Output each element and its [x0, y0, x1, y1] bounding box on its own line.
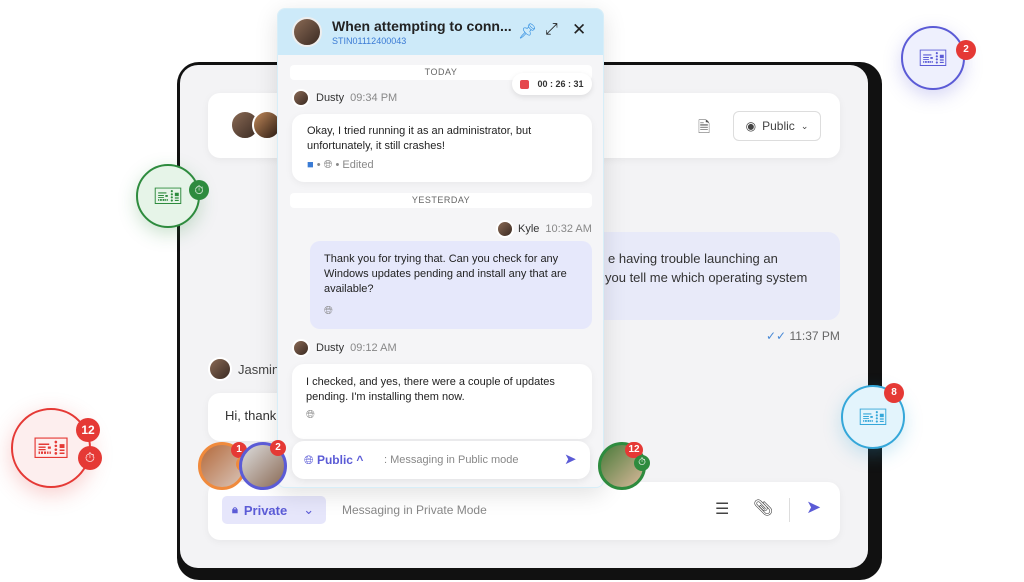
channel-icon: ■ [307, 159, 314, 171]
eye-icon: ◉ [745, 119, 757, 133]
message-time: ✓✓ 11:37 PM [766, 329, 840, 343]
close-icon[interactable]: ✕ [572, 20, 586, 40]
expand-icon[interactable]: ⤢ [545, 21, 558, 39]
message-text: Thank you for trying that. Can you check… [324, 253, 559, 265]
chevron-down-icon: ⌄ [303, 502, 315, 517]
ticket-icon[interactable]: 🎫︎ [11, 408, 91, 488]
ticket-id[interactable]: STIN01112400043 [332, 36, 406, 46]
ticket-chat-popup: When attempting to conn... STIN011124000… [277, 8, 604, 488]
message-text: you tell me which operating system [605, 270, 808, 285]
message-text: I checked, and yes, there were a couple … [306, 376, 555, 388]
double-check-icon: ✓✓ [766, 329, 787, 343]
unread-badge: 2 [270, 440, 286, 456]
message-text: e having trouble launching an [608, 251, 778, 266]
mode-label: Private [243, 502, 288, 518]
globe-icon: 🌐︎ [324, 305, 333, 317]
avatar [292, 89, 310, 107]
private-mode-dropdown[interactable]: 🔒︎ Private ⌄ [222, 496, 326, 524]
timer-icon: ⏱︎ [634, 455, 650, 471]
avatar [496, 220, 514, 238]
attachment-icon[interactable]: 📎︎ [753, 498, 773, 518]
unread-badge: 2 [956, 40, 976, 60]
globe-icon: 🌐︎ [304, 453, 314, 467]
unread-badge: 8 [884, 383, 904, 403]
message-meta: Dusty 09:12 AM [316, 342, 397, 354]
message-input[interactable]: Messaging in Private Mode [342, 503, 487, 517]
document-icon[interactable]: 🗎 [698, 117, 710, 142]
timer-icon: ⏱︎ [78, 446, 102, 470]
send-icon[interactable]: ➤ [806, 497, 821, 518]
main-composer: 🔒︎ Private ⌄ Messaging in Private Mode ☰… [208, 482, 840, 540]
notes-icon[interactable]: ☰ [715, 499, 729, 519]
message-status: ■ • 🌐︎ • Edited [307, 159, 374, 171]
globe-icon: 🌐︎ [306, 409, 315, 421]
timer[interactable]: 00 : 26 : 31 [512, 73, 592, 95]
message-input[interactable]: : Messaging in Public mode [384, 454, 519, 466]
message-text: available? [324, 283, 374, 295]
message-text: Windows updates pending and install any … [324, 268, 567, 280]
message-bubble: Thank you for trying that. Can you check… [310, 241, 592, 329]
popup-composer: 🌐︎ Public ^ : Messaging in Public mode ➤ [292, 441, 590, 479]
lock-icon: 🔒︎ [232, 503, 238, 516]
pin-icon[interactable]: 📌︎ [518, 22, 537, 40]
timer-value: 00 : 26 : 31 [537, 79, 584, 89]
chevron-up-icon: ^ [356, 453, 364, 467]
visibility-dropdown[interactable]: ◉ Public ⌄ [733, 111, 821, 141]
timer-icon: ⏱︎ [189, 180, 209, 200]
send-icon[interactable]: ➤ [564, 450, 577, 468]
unread-badge: 12 [76, 418, 100, 442]
public-mode-dropdown[interactable]: 🌐︎ Public ^ [304, 453, 363, 468]
message-bubble: Okay, I tried running it as an administr… [292, 114, 592, 182]
message-meta: Dusty 09:34 PM [316, 92, 398, 104]
avatar-jasmine [208, 357, 232, 381]
message-text: pending. I'm installing them now. [306, 391, 465, 403]
popup-header: When attempting to conn... STIN011124000… [278, 9, 603, 55]
message-bubble: I checked, and yes, there were a couple … [292, 364, 592, 439]
message-text: unfortunately, it still crashes! [307, 140, 445, 152]
chevron-down-icon: ⌄ [800, 120, 809, 131]
avatar [292, 17, 322, 47]
ticket-icon[interactable]: 🎫︎ [901, 26, 965, 90]
ticket-title: When attempting to conn... [332, 18, 512, 34]
visibility-label: Public [762, 119, 795, 133]
message-text: Okay, I tried running it as an administr… [307, 125, 532, 137]
globe-icon: 🌐︎ [323, 159, 333, 171]
avatar [292, 339, 310, 357]
message-meta: Kyle 10:32 AM [496, 220, 592, 238]
author-name: Jasmin [238, 362, 280, 377]
date-separator: YESTERDAY [290, 193, 592, 208]
message-text: Hi, thank [225, 408, 277, 423]
stop-icon[interactable] [520, 79, 530, 89]
divider [789, 498, 790, 522]
